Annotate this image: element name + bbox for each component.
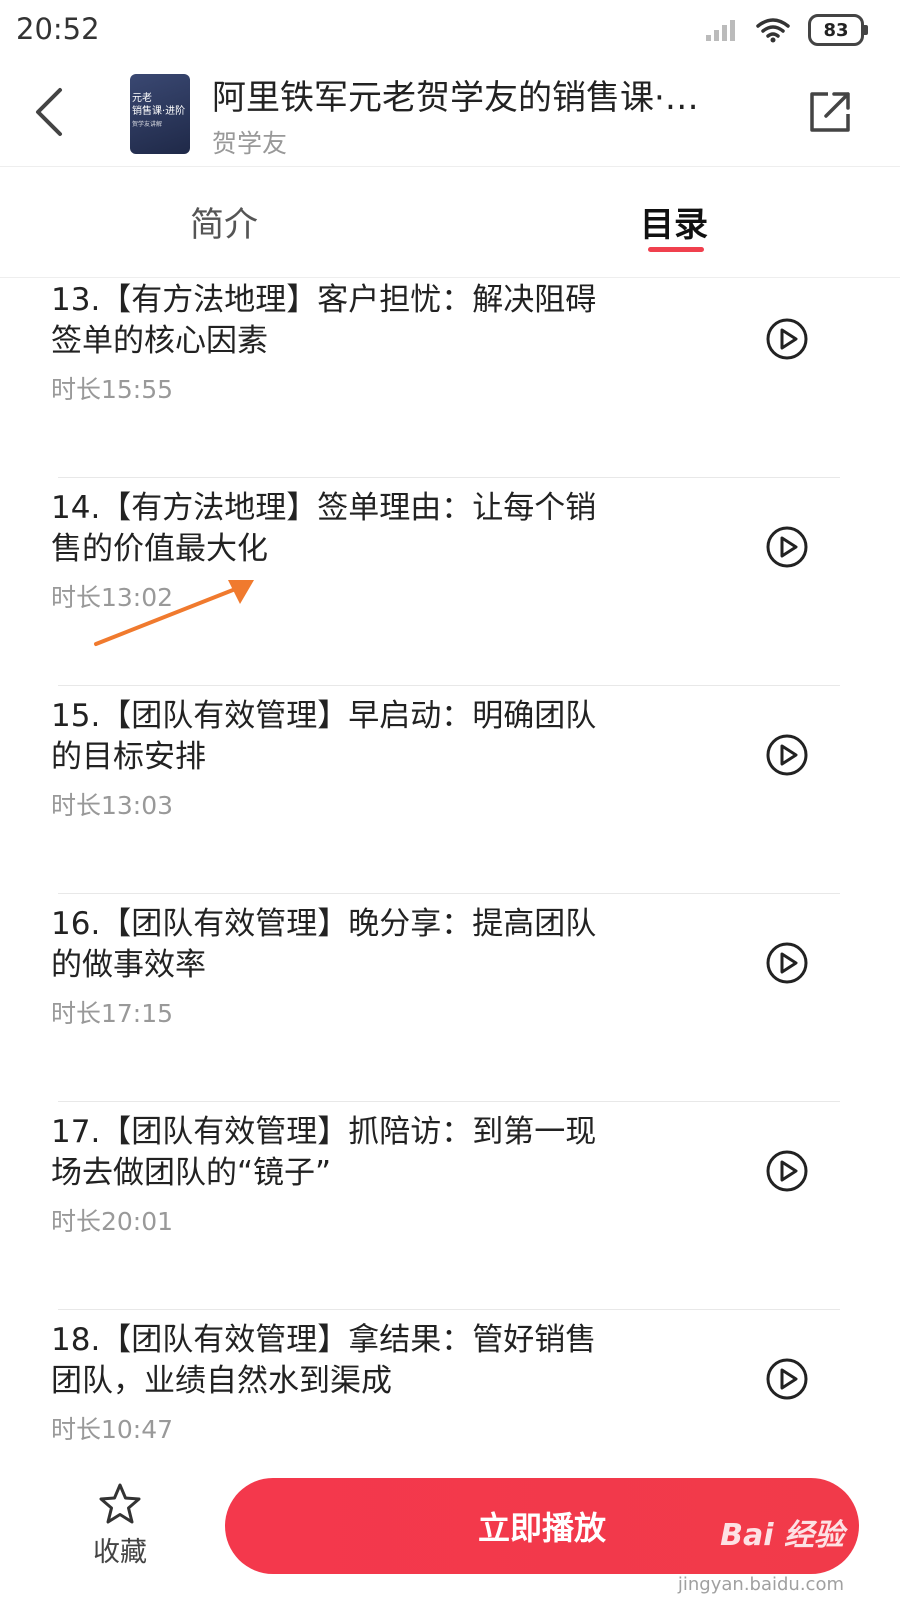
list-item[interactable]: 13.【有方法地理】客户担忧：解决阻碍签单的核心因素 时长15:55 xyxy=(51,270,840,478)
play-button[interactable] xyxy=(766,734,808,776)
favorite-label: 收藏 xyxy=(93,1537,147,1568)
lesson-duration: 时长20:01 xyxy=(51,1207,174,1236)
watermark-logo: Bai 经验 xyxy=(720,1518,844,1553)
signal-icon xyxy=(704,17,738,43)
annotation-arrow-icon xyxy=(94,580,254,646)
list-item[interactable]: 17.【团队有效管理】抓陪访：到第一现场去做团队的“镜子” 时长20:01 xyxy=(51,1102,840,1310)
status-icons: 83 xyxy=(704,14,868,46)
wifi-icon xyxy=(756,16,790,44)
status-time: 20:52 xyxy=(16,12,100,46)
lesson-title: 16.【团队有效管理】晚分享：提高团队的做事效率 xyxy=(51,906,597,983)
favorite-button[interactable]: 收藏 xyxy=(80,1482,160,1569)
chevron-left-icon xyxy=(36,88,62,136)
active-tab-indicator xyxy=(648,247,704,252)
lesson-list: 13.【有方法地理】客户担忧：解决阻碍签单的核心因素 时长15:55 14.【有… xyxy=(0,270,900,1517)
tab-catalog[interactable]: 目录 xyxy=(640,197,708,246)
play-button[interactable] xyxy=(766,942,808,984)
watermark: Bai 经验 jingyan.baidu.com xyxy=(678,1510,844,1595)
play-circle-icon xyxy=(766,318,808,360)
lesson-duration: 时长13:03 xyxy=(51,791,174,820)
play-circle-icon xyxy=(766,942,808,984)
play-button[interactable] xyxy=(766,318,808,360)
page-title: 阿里铁军元老贺学友的销售课·… xyxy=(212,78,699,118)
play-circle-icon xyxy=(766,526,808,568)
share-icon xyxy=(810,92,850,132)
share-button[interactable] xyxy=(806,88,854,136)
back-button[interactable] xyxy=(30,82,80,142)
play-circle-icon xyxy=(766,1150,808,1192)
play-circle-icon xyxy=(766,1358,808,1400)
lesson-duration: 时长17:15 xyxy=(51,999,174,1028)
play-button[interactable] xyxy=(766,1150,808,1192)
header: 元老 销售课·进阶 贺学友讲解 阿里铁军元老贺学友的销售课·… 贺学友 xyxy=(0,60,900,167)
status-bar: 20:52 83 xyxy=(0,0,900,60)
tab-bar: 简介 目录 xyxy=(0,167,900,278)
bottom-bar: 收藏 立即播放 Bai 经验 jingyan.baidu.com xyxy=(0,1460,900,1600)
lesson-title: 15.【团队有效管理】早启动：明确团队的目标安排 xyxy=(51,698,597,775)
cover-line: 销售课·进阶 xyxy=(132,106,186,117)
lesson-title: 13.【有方法地理】客户担忧：解决阻碍签单的核心因素 xyxy=(51,282,597,359)
battery-indicator: 83 xyxy=(808,14,868,46)
lesson-duration: 时长10:47 xyxy=(51,1415,174,1444)
play-button[interactable] xyxy=(766,1358,808,1400)
play-button[interactable] xyxy=(766,526,808,568)
cover-line: 贺学友讲解 xyxy=(132,121,163,128)
list-item[interactable]: 16.【团队有效管理】晚分享：提高团队的做事效率 时长17:15 xyxy=(51,894,840,1102)
cover-line: 元老 xyxy=(132,93,152,104)
tab-intro[interactable]: 简介 xyxy=(190,197,258,246)
star-icon xyxy=(99,1483,141,1524)
list-item[interactable]: 15.【团队有效管理】早启动：明确团队的目标安排 时长13:03 xyxy=(51,686,840,894)
lesson-title: 17.【团队有效管理】抓陪访：到第一现场去做团队的“镜子” xyxy=(51,1114,597,1191)
lesson-title: 18.【团队有效管理】拿结果：管好销售团队，业绩自然水到渠成 xyxy=(51,1322,597,1399)
course-cover[interactable]: 元老 销售课·进阶 贺学友讲解 xyxy=(130,74,190,154)
lesson-duration: 时长15:55 xyxy=(51,375,174,404)
watermark-url: jingyan.baidu.com xyxy=(677,1574,844,1595)
lesson-title: 14.【有方法地理】签单理由：让每个销售的价值最大化 xyxy=(51,490,597,567)
play-circle-icon xyxy=(766,734,808,776)
author-name: 贺学友 xyxy=(212,129,288,158)
